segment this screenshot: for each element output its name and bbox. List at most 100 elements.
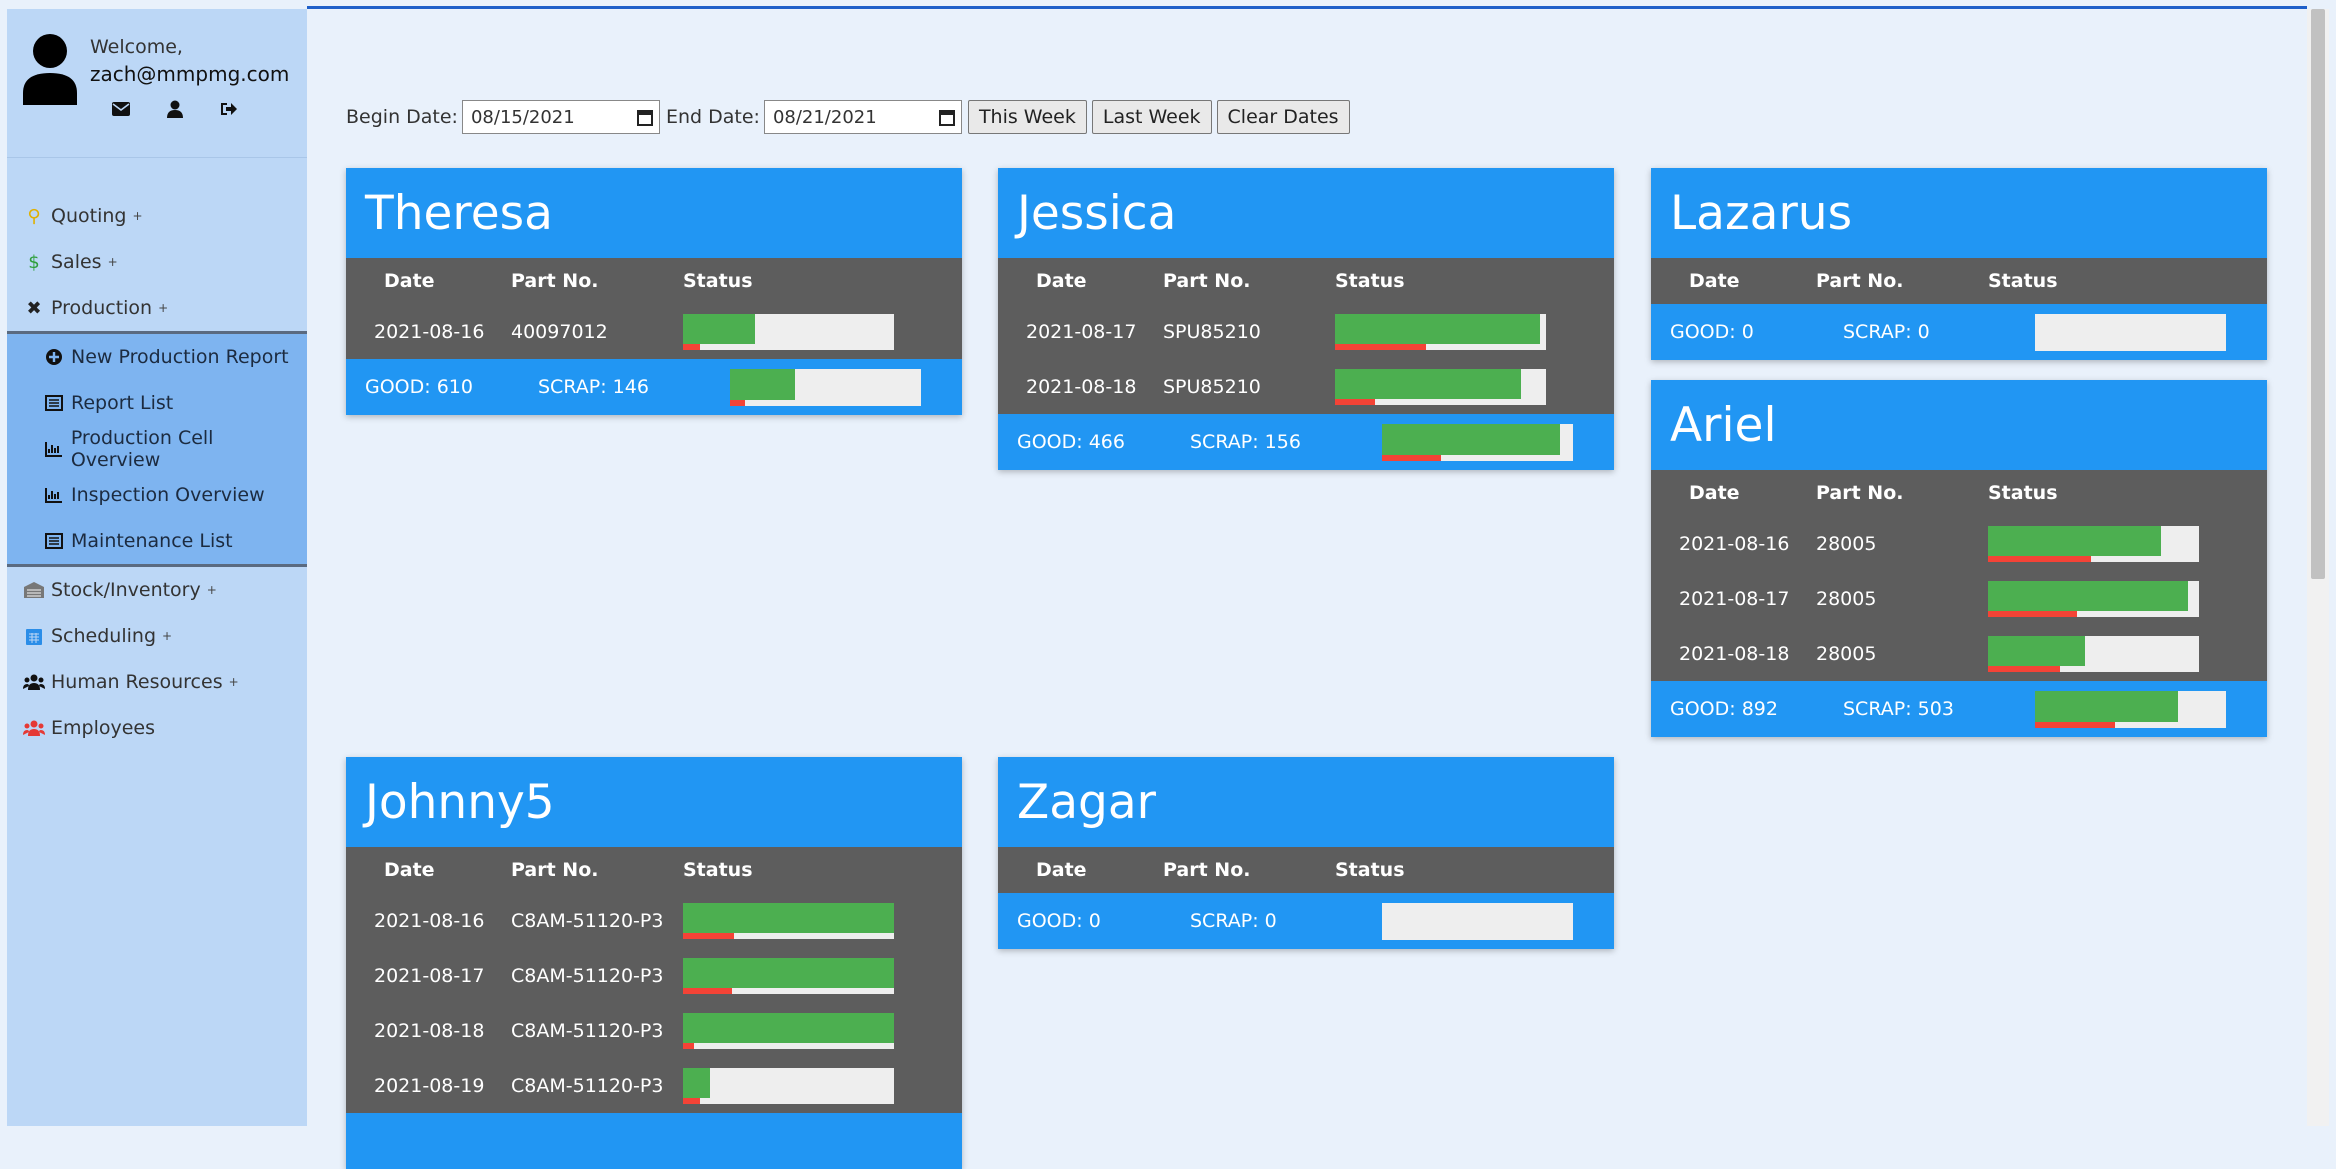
good-fill: [683, 1012, 894, 1043]
production-table: Date Part No. Status 2021-08-16 C8AM-511…: [346, 847, 962, 1113]
begin-date-label: Begin Date:: [346, 106, 458, 128]
row-date: 2021-08-16: [374, 320, 485, 343]
dollar-icon: $: [28, 251, 40, 273]
calendar-icon[interactable]: [938, 108, 955, 126]
employee-card: Jessica Date Part No. Status 2021-08-17 …: [998, 168, 1614, 470]
row-date: 2021-08-17: [374, 964, 485, 987]
part-header: Part No.: [1816, 482, 1904, 504]
employee-name: Ariel: [1651, 380, 2267, 470]
table-header: Date Part No. Status: [346, 258, 962, 304]
table-row: 2021-08-16 40097012: [346, 304, 962, 359]
table-header: Date Part No. Status: [998, 258, 1614, 304]
scrollbar-thumb[interactable]: [2311, 9, 2325, 579]
row-date: 2021-08-16: [1679, 532, 1790, 555]
good-total: GOOD: 0: [1670, 321, 1754, 343]
list-icon: [43, 395, 65, 411]
scrap-fill: [1988, 610, 2077, 617]
sidebar: Welcome, zach@mmpmg.com ⚲ Quoting + $ Sa…: [7, 9, 307, 1126]
production-table: Date Part No. Status: [998, 847, 1614, 893]
employee-card: Zagar Date Part No. Status GOOD: 0 SCRAP…: [998, 757, 1614, 949]
employee-name: Jessica: [998, 168, 1614, 258]
status-header: Status: [1988, 270, 2058, 292]
table-row: 2021-08-16 28005: [1651, 516, 2267, 571]
production-table: Date Part No. Status 2021-08-16 40097012: [346, 258, 962, 359]
nav-label: Stock/Inventory: [51, 579, 201, 601]
date-filter-bar: Begin Date: 08/15/2021 End Date: 08/21/2…: [346, 100, 1355, 134]
good-fill: [1382, 423, 1560, 455]
this-week-button[interactable]: This Week: [967, 100, 1087, 134]
row-date: 2021-08-17: [1679, 587, 1790, 610]
begin-date-value: 08/15/2021: [470, 106, 575, 128]
card-totals: GOOD: 0 SCRAP: 0: [1651, 304, 2267, 360]
table-row: 2021-08-18 SPU85210: [998, 359, 1614, 414]
nav-item-sales[interactable]: $ Sales +: [7, 239, 307, 285]
employee-card: Lazarus Date Part No. Status GOOD: 0 SCR…: [1651, 168, 2267, 360]
tools-icon: ✖: [26, 297, 42, 319]
row-part: 28005: [1816, 532, 1877, 555]
table-header: Date Part No. Status: [1651, 470, 2267, 516]
user-email: zach@mmpmg.com: [90, 62, 290, 86]
calendar-icon: [23, 627, 45, 645]
employee-name: Zagar: [998, 757, 1614, 847]
good-fill: [730, 368, 795, 400]
good-fill: [1988, 580, 2189, 611]
date-header: Date: [384, 270, 435, 292]
status-header: Status: [1335, 270, 1405, 292]
scrap-total: SCRAP: 0: [1843, 321, 1930, 343]
employee-name: Johnny5: [346, 757, 962, 847]
nav-item-production-cell-overview[interactable]: Production Cell Overview: [7, 426, 307, 472]
part-header: Part No.: [1816, 270, 1904, 292]
end-date-input[interactable]: 08/21/2021: [763, 100, 962, 134]
clear-dates-button[interactable]: Clear Dates: [1216, 100, 1350, 134]
nav-item-inspection-overview[interactable]: Inspection Overview: [7, 472, 307, 518]
sign-out-icon[interactable]: [217, 97, 241, 121]
nav-item-human-resources[interactable]: Human Resources +: [7, 659, 307, 705]
row-date: 2021-08-16: [374, 909, 485, 932]
page-scrollbar[interactable]: [2307, 9, 2329, 1126]
nav-item-quoting[interactable]: ⚲ Quoting +: [7, 193, 307, 239]
good-fill: [1988, 635, 2086, 666]
top-accent-line: [307, 6, 2307, 9]
table-row: 2021-08-18 C8AM-51120-P3: [346, 1003, 962, 1058]
table-header: Date Part No. Status: [1651, 258, 2267, 304]
main-nav: ⚲ Quoting + $ Sales + ✖ Production + New…: [7, 193, 307, 751]
production-table: Date Part No. Status 2021-08-17 SPU85210…: [998, 258, 1614, 414]
table-row: 2021-08-19 C8AM-51120-P3: [346, 1058, 962, 1113]
nav-item-production[interactable]: ✖ Production +: [7, 285, 307, 331]
good-fill: [2035, 690, 2179, 722]
good-fill: [1335, 368, 1521, 399]
envelope-icon[interactable]: [109, 97, 133, 121]
card-totals: GOOD: 466 SCRAP: 156: [998, 414, 1614, 470]
nav-label: Sales: [51, 251, 102, 273]
nav-item-stock-inventory[interactable]: Stock/Inventory +: [7, 567, 307, 613]
nav-item-employees[interactable]: Employees: [7, 705, 307, 751]
total-status-bar: [730, 368, 921, 406]
table-row: 2021-08-16 C8AM-51120-P3: [346, 893, 962, 948]
nav-label: Production: [51, 297, 153, 319]
scrap-fill: [2035, 721, 2116, 728]
chart-line-icon: [43, 487, 65, 503]
nav-item-new-production-report[interactable]: New Production Report: [7, 334, 307, 380]
begin-date-input[interactable]: 08/15/2021: [461, 100, 660, 134]
row-part: 40097012: [511, 320, 608, 343]
row-part: SPU85210: [1163, 375, 1261, 398]
date-header: Date: [1036, 859, 1087, 881]
user-profile-icon[interactable]: [163, 97, 187, 121]
status-bar: [683, 313, 894, 350]
part-header: Part No.: [1163, 859, 1251, 881]
nav-label: Production Cell Overview: [70, 427, 214, 471]
nav-item-maintenance-list[interactable]: Maintenance List: [7, 518, 307, 564]
calendar-icon[interactable]: [636, 108, 653, 126]
nav-item-scheduling[interactable]: Scheduling +: [7, 613, 307, 659]
last-week-button[interactable]: Last Week: [1091, 100, 1212, 134]
avatar-icon: [23, 34, 77, 105]
card-totals: GOOD: 610 SCRAP: 146: [346, 359, 962, 415]
scrap-total: SCRAP: 503: [1843, 698, 1954, 720]
nav-item-report-list[interactable]: Report List: [7, 380, 307, 426]
table-row: 2021-08-17 SPU85210: [998, 304, 1614, 359]
row-part: C8AM-51120-P3: [511, 1074, 664, 1097]
warehouse-icon: [23, 582, 45, 598]
welcome-text: Welcome,: [90, 36, 183, 58]
status-bar: [683, 957, 894, 994]
end-date-value: 08/21/2021: [772, 106, 877, 128]
